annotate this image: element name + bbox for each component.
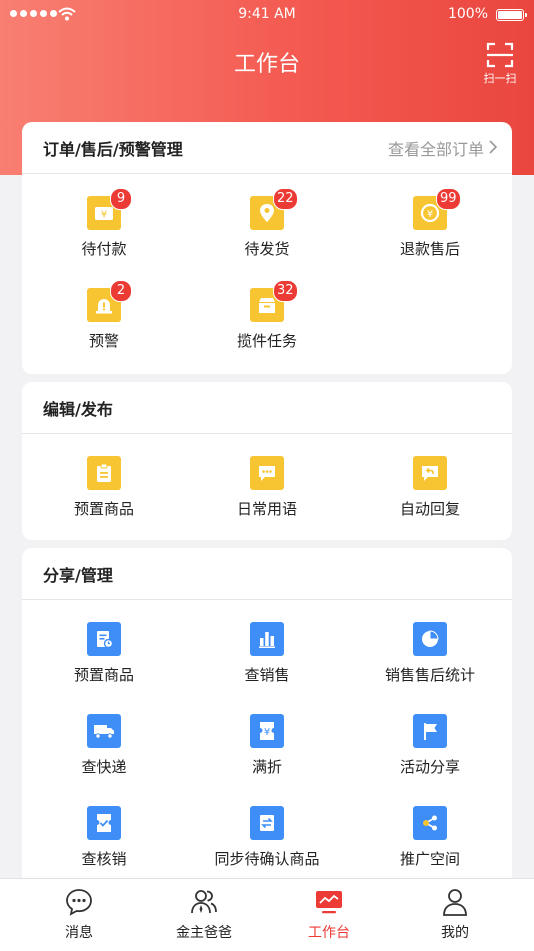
tab-workbench[interactable]: 工作台 [262,887,396,942]
grid-item-refund-aftersale[interactable]: ¥ 99 退款售后 [348,188,512,259]
scan-button[interactable]: 扫一扫 [480,42,520,86]
grid-item-pending-shipment[interactable]: 22 待发货 [185,188,349,259]
grid-item-label: 自动回复 [399,500,460,518]
bar-chart-icon [250,622,284,656]
alarm-icon: 2 [87,280,132,322]
grid-item-label: 日常用语 [236,500,297,518]
grid-item-check-express[interactable]: 查快递 [22,714,186,777]
tab-label: 金主爸爸 [176,925,232,941]
parcel-box-icon: 32 [250,280,298,322]
grid-item-label: 待发货 [244,240,290,258]
refund-yen-icon: ¥ 99 [413,188,461,230]
grid-item-check-sales[interactable]: 查销售 [185,622,349,685]
tab-label: 消息 [65,925,93,941]
grid-item-sync-pending-goods[interactable]: 同步待确认商品 [185,806,349,869]
svg-text:¥: ¥ [101,210,107,221]
badge-count: 22 [273,188,298,210]
tab-sponsors[interactable]: 金主爸爸 [137,887,271,942]
scan-label: 扫一扫 [483,72,517,85]
dashboard-monitor-icon [316,891,342,914]
grid-item-warning[interactable]: 2 预警 [22,280,186,351]
view-all-orders-link[interactable]: 查看全部订单 [388,136,484,160]
share-card-title: 分享/管理 [43,566,113,585]
page-title: 工作台 [233,52,300,77]
grid-item-label: 预警 [88,332,119,350]
grid-item-check-verification[interactable]: 查核销 [22,806,186,869]
grid-item-label: 满折 [251,758,282,776]
grid-item-activity-share[interactable]: 活动分享 [348,714,512,777]
chat-bubble-icon [250,456,284,490]
grid-item-label: 同步待确认商品 [214,850,320,868]
tab-bar: 消息 金主爸爸 工作台 我的 [0,878,534,951]
document-clock-icon [87,622,121,656]
orders-card-title: 订单/售后/预警管理 [43,140,183,159]
users-icon [191,890,217,914]
grid-item-preset-goods-share[interactable]: 预置商品 [22,622,186,685]
sync-arrows-icon [250,806,284,840]
grid-item-label: 预置商品 [73,666,134,684]
chat-bubble-icon [66,889,92,916]
ticket-check-icon [87,806,121,840]
badge-count: 32 [273,280,298,302]
grid-item-sales-stats[interactable]: 销售售后统计 [348,622,512,685]
yen-ticket-icon: ¥ [250,714,284,748]
tab-label: 我的 [441,925,469,941]
badge-count: 9 [110,188,132,210]
edit-card: 编辑/发布 预置商品 日常用语 自动回复 [22,382,512,540]
orders-card-header: 订单/售后/预警管理 查看全部订单 [22,122,512,174]
edit-card-header: 编辑/发布 [22,382,512,434]
battery-icon [496,9,527,21]
share-nodes-icon [413,806,447,840]
scan-icon [486,42,514,68]
edit-card-title: 编辑/发布 [43,400,113,419]
orders-card: 订单/售后/预警管理 查看全部订单 ¥ 9 待付款 22 待发货 ¥ 99 退款… [22,122,512,374]
flag-icon [413,714,447,748]
badge-count: 2 [110,280,132,302]
grid-item-auto-reply[interactable]: 自动回复 [348,456,512,519]
battery-percent: 100% [447,6,488,22]
grid-item-label: 销售售后统计 [384,666,475,684]
truck-icon [87,714,121,748]
grid-item-label: 待付款 [81,240,127,258]
grid-item-daily-phrases[interactable]: 日常用语 [185,456,349,519]
svg-text:¥: ¥ [264,727,270,738]
share-card-header: 分享/管理 [22,548,512,600]
grid-item-preset-goods[interactable]: 预置商品 [22,456,186,519]
pie-chart-icon [413,622,447,656]
tab-me[interactable]: 我的 [388,887,522,942]
tab-messages[interactable]: 消息 [12,887,146,942]
location-pin-icon: 22 [250,188,298,230]
grid-item-label: 查快递 [81,758,127,776]
grid-item-label: 查核销 [81,850,127,868]
grid-item-pending-payment[interactable]: ¥ 9 待付款 [22,188,186,259]
clipboard-icon [87,456,121,490]
share-card: 分享/管理 预置商品 查销售 销售售后统计 查快递 ¥ 满折 活动分享 查核销 … [22,548,512,888]
grid-item-promotion-space[interactable]: 推广空间 [348,806,512,869]
grid-item-label: 活动分享 [399,758,460,776]
wallet-yen-icon: ¥ 9 [87,188,132,230]
grid-item-label: 查销售 [244,666,290,684]
tab-label: 工作台 [308,925,350,941]
grid-item-label: 推广空间 [399,850,460,868]
grid-item-pickup-task[interactable]: 32 揽件任务 [185,280,349,351]
grid-item-label: 预置商品 [73,500,134,518]
grid-item-discount[interactable]: ¥ 满折 [185,714,349,777]
badge-count: 99 [436,188,461,210]
reply-bubble-icon [413,456,447,490]
user-icon [443,889,467,916]
grid-item-label: 退款售后 [399,240,460,258]
grid-item-label: 揽件任务 [236,332,297,350]
status-bar: 9:41 AM 100% [0,0,534,30]
svg-text:¥: ¥ [427,209,433,220]
chevron-right-icon[interactable] [488,139,498,155]
